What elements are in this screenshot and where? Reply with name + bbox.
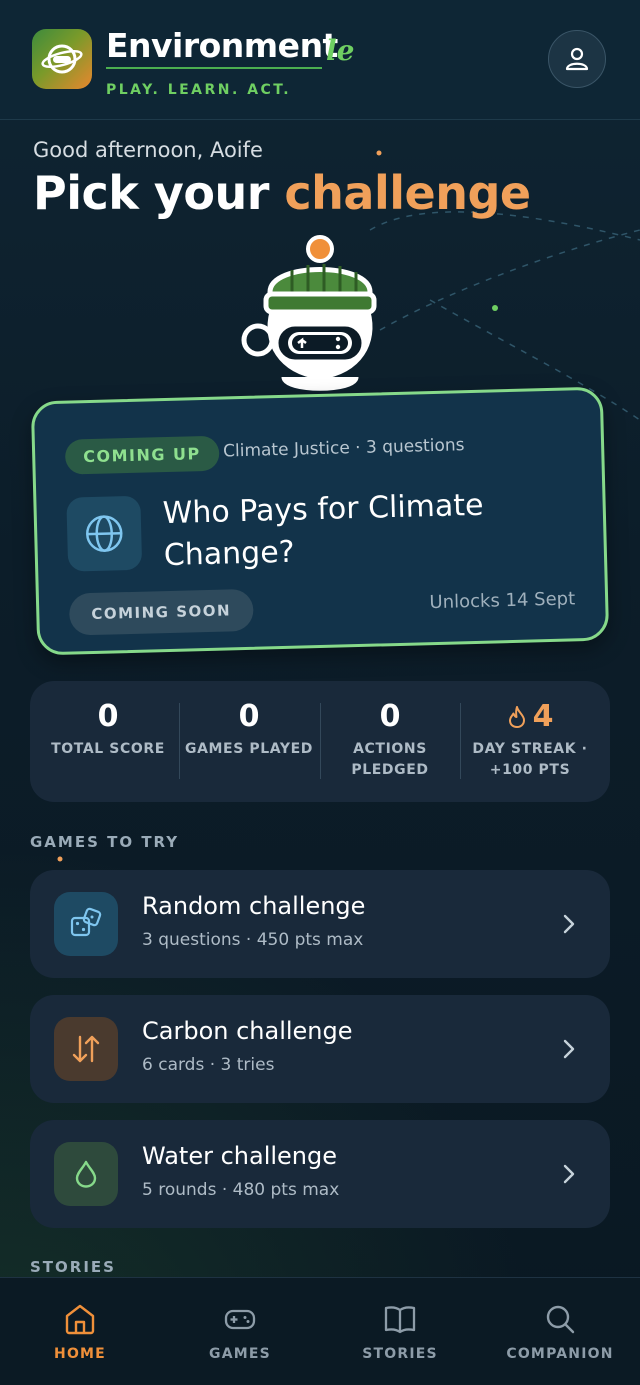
nav-companion[interactable]: COMPANION	[480, 1278, 640, 1385]
game-subtitle: 6 cards · 3 tries	[142, 1055, 275, 1075]
stat-label-line1: ACTIONS	[353, 741, 427, 757]
stat-value: 0	[238, 699, 260, 734]
featured-challenge-card[interactable]: COMING UP Climate Justice · 3 questions …	[30, 386, 610, 656]
nav-label: COMPANION	[506, 1346, 614, 1362]
section-games-label: GAMES TO TRY	[30, 833, 180, 851]
gamepad-icon	[224, 1309, 256, 1330]
game-icon-box	[54, 1017, 118, 1081]
stat-label: GAMES PLAYED	[185, 741, 313, 757]
featured-title: Who Pays for Climate Change?	[162, 487, 484, 574]
chevron-right-icon	[563, 1039, 575, 1059]
stat-actions-pledged: 0 ACTIONS PLEDGED	[320, 681, 460, 802]
chevron-right-icon	[563, 914, 575, 934]
nav-stories[interactable]: STORIES	[320, 1278, 480, 1385]
stats-panel: 0 TOTAL SCORE 0 GAMES PLAYED 0 ACTIONS P…	[30, 681, 610, 802]
nav-home[interactable]: HOME	[0, 1278, 160, 1385]
book-icon	[384, 1306, 416, 1334]
user-icon	[565, 47, 589, 71]
app-logo	[32, 29, 92, 89]
nav-games[interactable]: GAMES	[160, 1278, 320, 1385]
greeting-text: Good afternoon, Aoife	[33, 138, 263, 162]
stat-label-line2: PLEDGED	[351, 762, 429, 778]
app-header: Environment le PLAY. LEARN. ACT.	[0, 0, 640, 120]
game-subtitle: 3 questions · 450 pts max	[142, 930, 364, 950]
stat-label-line1: DAY STREAK ·	[472, 741, 588, 757]
stat-games-played: 0 GAMES PLAYED	[179, 681, 319, 802]
stat-value: 4	[532, 699, 554, 734]
stat-value: 0	[379, 699, 401, 734]
stat-label: DAY STREAK · +100 PTS	[460, 739, 600, 781]
coming-up-badge: COMING UP	[64, 435, 220, 475]
game-title: Carbon challenge	[142, 1017, 353, 1045]
nav-label: HOME	[54, 1346, 106, 1362]
tagline: PLAY. LEARN. ACT.	[106, 82, 292, 98]
featured-icon-box	[66, 495, 143, 572]
game-icon-box	[54, 892, 118, 956]
stat-label: TOTAL SCORE	[51, 741, 165, 757]
planet-mascot-icon	[41, 44, 83, 74]
unlock-date: Unlocks 14 Sept	[429, 588, 576, 614]
water-drop-icon	[75, 1160, 97, 1188]
bottom-navigation: HOME GAMES STORIES COMPANION	[0, 1277, 640, 1385]
profile-button[interactable]	[548, 30, 606, 88]
game-subtitle: 5 rounds · 480 pts max	[142, 1180, 340, 1200]
home-icon	[65, 1304, 95, 1335]
stat-value: 0	[97, 699, 119, 734]
featured-meta: Climate Justice · 3 questions	[222, 435, 465, 462]
title-accent: challenge	[284, 166, 531, 220]
streak-value-row: 4	[460, 699, 600, 734]
brand-underline	[106, 67, 322, 69]
stat-label: ACTIONS PLEDGED	[320, 739, 460, 781]
brand-name: Environment	[106, 26, 338, 65]
game-card-water[interactable]: Water challenge 5 rounds · 480 pts max	[30, 1120, 610, 1228]
game-title: Water challenge	[142, 1142, 337, 1170]
page-title: Pick your challenge	[33, 166, 531, 220]
flame-icon	[508, 705, 525, 728]
title-prefix: Pick your	[33, 166, 269, 220]
globe-icon	[86, 515, 123, 552]
game-icon-box	[54, 1142, 118, 1206]
stat-label-line2: +100 PTS	[489, 762, 571, 778]
nav-label: STORIES	[362, 1346, 438, 1362]
coming-soon-badge: COMING SOON	[68, 588, 254, 636]
search-icon	[546, 1305, 575, 1334]
stat-total-score: 0 TOTAL SCORE	[38, 681, 178, 802]
game-title: Random challenge	[142, 892, 366, 920]
brand-suffix: le	[326, 34, 355, 67]
dice-icon	[70, 907, 102, 937]
game-card-carbon[interactable]: Carbon challenge 6 cards · 3 tries	[30, 995, 610, 1103]
mascot-illustration	[241, 235, 377, 391]
stat-day-streak: 4 DAY STREAK · +100 PTS	[460, 681, 600, 802]
section-stories-label: STORIES	[30, 1258, 116, 1276]
nav-label: GAMES	[209, 1346, 271, 1362]
chevron-right-icon	[563, 1164, 575, 1184]
game-card-random[interactable]: Random challenge 3 questions · 450 pts m…	[30, 870, 610, 978]
swap-arrows-icon	[72, 1035, 100, 1063]
